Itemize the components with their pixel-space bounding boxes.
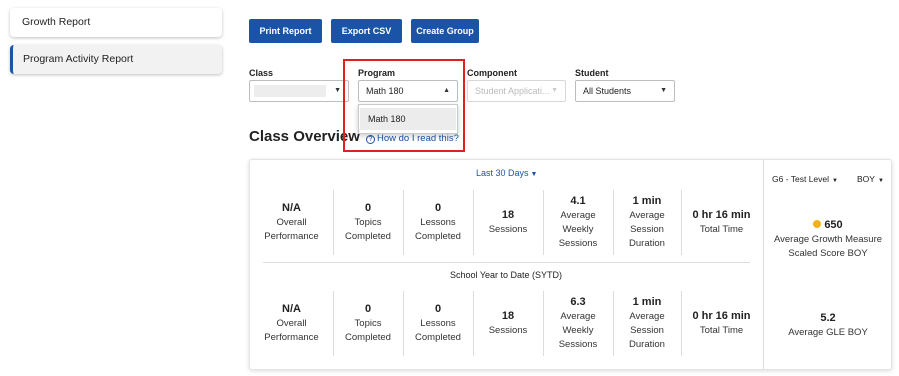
stat-label: Sessions <box>488 223 528 235</box>
stat-value: 18 <box>501 208 515 221</box>
student-value: All Students <box>583 86 632 96</box>
component-placeholder: Student Applicati... <box>475 86 550 96</box>
program-select[interactable]: Math 180 ▲ <box>358 80 458 102</box>
chevron-down-icon: ▼ <box>551 87 558 94</box>
stat-average-weekly-sessions: 6.3 Average Weekly Sessions <box>543 291 613 356</box>
help-link[interactable]: ? How do I read this? <box>366 133 459 144</box>
stat-value: 1 min <box>632 295 662 308</box>
program-label: Program <box>358 68 396 78</box>
stat-total-time: 0 hr 16 min Total Time <box>681 190 762 255</box>
stat-label: Total Time <box>699 223 744 235</box>
stat-value: 0 <box>364 201 372 214</box>
stat-value: 0 hr 16 min <box>692 309 751 322</box>
stat-label: Average Session Duration <box>629 209 665 249</box>
stat-value: 0 <box>434 302 442 315</box>
class-label: Class <box>249 68 274 78</box>
stat-label: Sessions <box>488 324 528 336</box>
sytd-stats-row: N/A Overall Performance 0 Topics Completed… <box>250 291 762 356</box>
stat-value: 0 <box>364 302 372 315</box>
stat-label: Topics Completed <box>345 317 391 343</box>
program-value: Math 180 <box>366 86 404 96</box>
growth-value: 650 <box>824 219 843 231</box>
stat-value: 0 <box>434 201 442 214</box>
stat-label: Overall Performance <box>264 216 319 242</box>
stat-value: 18 <box>501 309 515 322</box>
stat-average-session-duration: 1 min Average Session Duration <box>613 190 681 255</box>
sytd-label: School Year to Date (SYTD) <box>449 270 563 280</box>
chevron-down-icon: ▼ <box>877 178 884 184</box>
status-dot-icon <box>813 220 822 228</box>
class-value-redacted <box>254 85 326 97</box>
stat-sessions: 18 Sessions <box>473 190 543 255</box>
stat-value: 0 hr 16 min <box>692 208 751 221</box>
stat-label: Average Weekly Sessions <box>558 209 598 249</box>
chevron-down-icon: ▼ <box>832 178 838 184</box>
gle-stat: 5.2 Average GLE BOY <box>764 312 892 340</box>
divider <box>263 262 750 263</box>
stat-label: Overall Performance <box>264 317 319 343</box>
gle-label: Average GLE BOY <box>788 327 868 338</box>
program-dropdown-menu: Math 180 <box>358 104 458 134</box>
period-select[interactable]: Last 30 Days ▼ <box>476 168 537 178</box>
stat-label: Total Time <box>699 324 744 336</box>
stat-topics-completed: 0 Topics Completed <box>333 190 403 255</box>
help-link-label: How do I read this? <box>377 133 459 144</box>
stat-value: N/A <box>282 302 301 315</box>
stat-label: Average Session Duration <box>629 310 665 350</box>
stat-sessions: 18 Sessions <box>473 291 543 356</box>
growth-measure-stat: 650 Average Growth Measure Scaled Score … <box>764 219 892 261</box>
stat-average-session-duration: 1 min Average Session Duration <box>613 291 681 356</box>
student-select[interactable]: All Students ▼ <box>575 80 675 102</box>
chevron-down-icon: ▼ <box>334 87 341 94</box>
chevron-up-icon: ▲ <box>443 87 450 94</box>
student-label: Student <box>575 68 609 78</box>
test-level-select[interactable]: G6 - Test Level ▼ <box>772 174 838 184</box>
component-select[interactable]: Student Applicati... ▼ <box>467 80 566 102</box>
chevron-down-icon: ▼ <box>660 87 667 94</box>
stat-label: Topics Completed <box>345 216 391 242</box>
gle-value: 5.2 <box>820 312 836 324</box>
stat-lessons-completed: 0 Lessons Completed <box>403 291 473 356</box>
info-icon: ? <box>366 135 375 144</box>
stat-value: N/A <box>282 201 301 214</box>
stat-value: 6.3 <box>570 295 586 308</box>
stat-topics-completed: 0 Topics Completed <box>333 291 403 356</box>
stat-lessons-completed: 0 Lessons Completed <box>403 190 473 255</box>
last30-stats-row: N/A Overall Performance 0 Topics Completed… <box>250 190 762 255</box>
test-level-value: G6 - Test Level <box>772 174 830 184</box>
stat-overall-performance: N/A Overall Performance <box>250 190 333 255</box>
stat-label: Lessons Completed <box>415 216 461 242</box>
component-label: Component <box>467 68 517 78</box>
stat-overall-performance: N/A Overall Performance <box>250 291 333 356</box>
stat-value: 4.1 <box>570 194 586 207</box>
page-title: Class Overview <box>249 128 360 145</box>
program-option[interactable]: Math 180 <box>360 108 456 130</box>
stat-average-weekly-sessions: 4.1 Average Weekly Sessions <box>543 190 613 255</box>
term-value: BOY <box>857 174 875 184</box>
print-report-button[interactable]: Print Report <box>249 19 322 43</box>
create-group-button[interactable]: Create Group <box>411 19 479 43</box>
overview-card: Last 30 Days ▼ N/A Overall Performance 0 To… <box>249 159 892 370</box>
sidebar-item-program-activity-report[interactable]: Program Activity Report <box>10 45 222 74</box>
growth-label: Average Growth Measure Scaled Score BOY <box>773 234 883 259</box>
chevron-down-icon: ▼ <box>530 171 538 178</box>
stat-label: Average Weekly Sessions <box>558 310 598 350</box>
period-value: Last 30 Days <box>476 168 529 178</box>
export-csv-button[interactable]: Export CSV <box>331 19 402 43</box>
sidebar-item-growth-report[interactable]: Growth Report <box>10 8 222 37</box>
stat-total-time: 0 hr 16 min Total Time <box>681 291 762 356</box>
stat-label: Lessons Completed <box>415 317 461 343</box>
class-select[interactable]: ▼ <box>249 80 349 102</box>
stat-value: 1 min <box>632 194 662 207</box>
term-select[interactable]: BOY ▼ <box>857 174 884 184</box>
